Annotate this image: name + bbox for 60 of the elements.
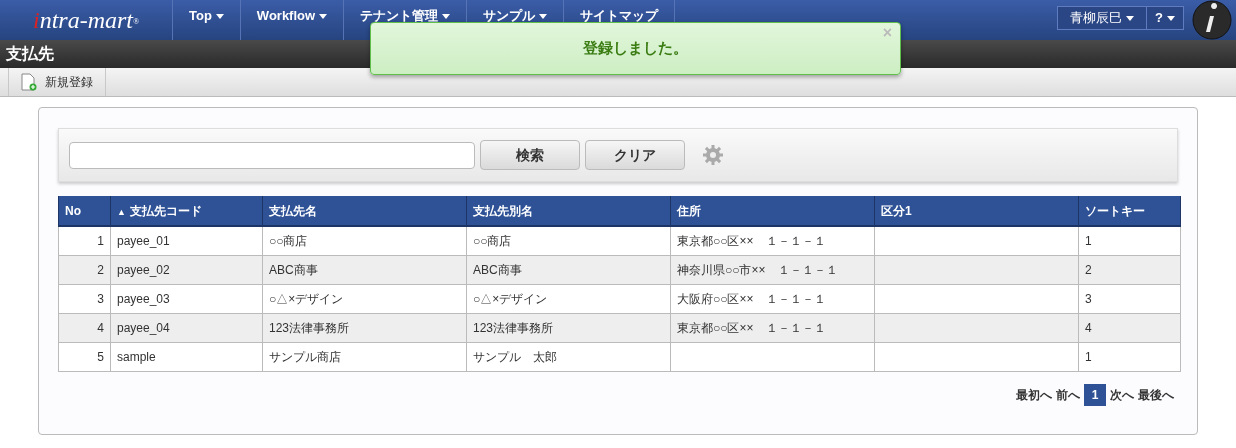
- pager-link[interactable]: 前へ: [1056, 385, 1080, 404]
- caret-icon: [442, 13, 451, 19]
- sort-ascending-icon: ▲: [117, 206, 126, 217]
- table-cell: 2: [58, 255, 111, 284]
- table-cell: 大阪府○○区×× １－１－１: [670, 284, 875, 313]
- caret-icon: [539, 13, 548, 19]
- column-header[interactable]: No: [58, 196, 111, 226]
- table-cell: 4: [1078, 313, 1181, 342]
- table-cell: 1: [1078, 342, 1181, 371]
- logo[interactable]: intra-mart$^{®}$: [32, 2, 140, 38]
- table-cell: ABC商事: [466, 255, 671, 284]
- table-cell: ○○商店: [262, 226, 467, 255]
- caret-icon: [319, 13, 328, 19]
- column-header[interactable]: 支払先名: [262, 196, 467, 226]
- new-document-icon: [21, 73, 37, 91]
- table-cell: sample: [110, 342, 263, 371]
- help-menu-button[interactable]: ?: [1146, 7, 1183, 29]
- search-button[interactable]: 検索: [480, 140, 580, 170]
- search-field[interactable]: [69, 141, 475, 169]
- page-title: 支払先: [6, 44, 54, 64]
- table-cell: 123法律事務所: [262, 313, 467, 342]
- new-register-button[interactable]: 新規登録: [8, 68, 106, 96]
- column-header[interactable]: 住所: [670, 196, 875, 226]
- caret-icon: [1126, 15, 1135, 21]
- table-cell: payee_04: [110, 313, 263, 342]
- column-header[interactable]: ▲ 支払先コード: [110, 196, 263, 226]
- table-cell: 東京都○○区×× １－１－１: [670, 226, 875, 255]
- table-cell: 5: [58, 342, 111, 371]
- table-cell: 1: [58, 226, 111, 255]
- pager-link[interactable]: 次へ: [1110, 385, 1134, 404]
- caret-icon: [215, 13, 224, 19]
- table-cell: ○△×デザイン: [262, 284, 467, 313]
- table-cell: ○○商店: [466, 226, 671, 255]
- pager-link[interactable]: 最後へ: [1138, 385, 1174, 404]
- table-cell: 1: [1078, 226, 1181, 255]
- column-header[interactable]: 区分1: [874, 196, 1079, 226]
- settings-icon[interactable]: [702, 144, 724, 166]
- column-header[interactable]: 支払先別名: [466, 196, 671, 226]
- pager-link[interactable]: 最初へ: [1016, 385, 1052, 404]
- user-menu-button[interactable]: 青柳辰巳: [1058, 7, 1147, 29]
- table-cell: 3: [58, 284, 111, 313]
- table-cell: ABC商事: [262, 255, 467, 284]
- table-cell: payee_02: [110, 255, 263, 284]
- info-logo-icon[interactable]: [1192, 0, 1232, 40]
- table-cell: 2: [1078, 255, 1181, 284]
- table-cell: 3: [1078, 284, 1181, 313]
- table-cell: payee_03: [110, 284, 263, 313]
- table-cell: payee_01: [110, 226, 263, 255]
- clear-button[interactable]: クリア: [585, 140, 685, 170]
- table-cell: 4: [58, 313, 111, 342]
- table-cell: 神奈川県○○市×× １－１－１: [670, 255, 875, 284]
- page-number-button[interactable]: 1: [1084, 383, 1106, 406]
- table-cell: 東京都○○区×× １－１－１: [670, 313, 875, 342]
- table-cell: サンプル 太郎: [466, 342, 671, 371]
- caret-icon: [1167, 15, 1175, 21]
- table-cell: サンプル商店: [262, 342, 467, 371]
- table-cell: 123法律事務所: [466, 313, 671, 342]
- table-cell: ○△×デザイン: [466, 284, 671, 313]
- toast-message: 登録しました。: [583, 38, 688, 59]
- column-header[interactable]: ソートキー: [1078, 196, 1181, 226]
